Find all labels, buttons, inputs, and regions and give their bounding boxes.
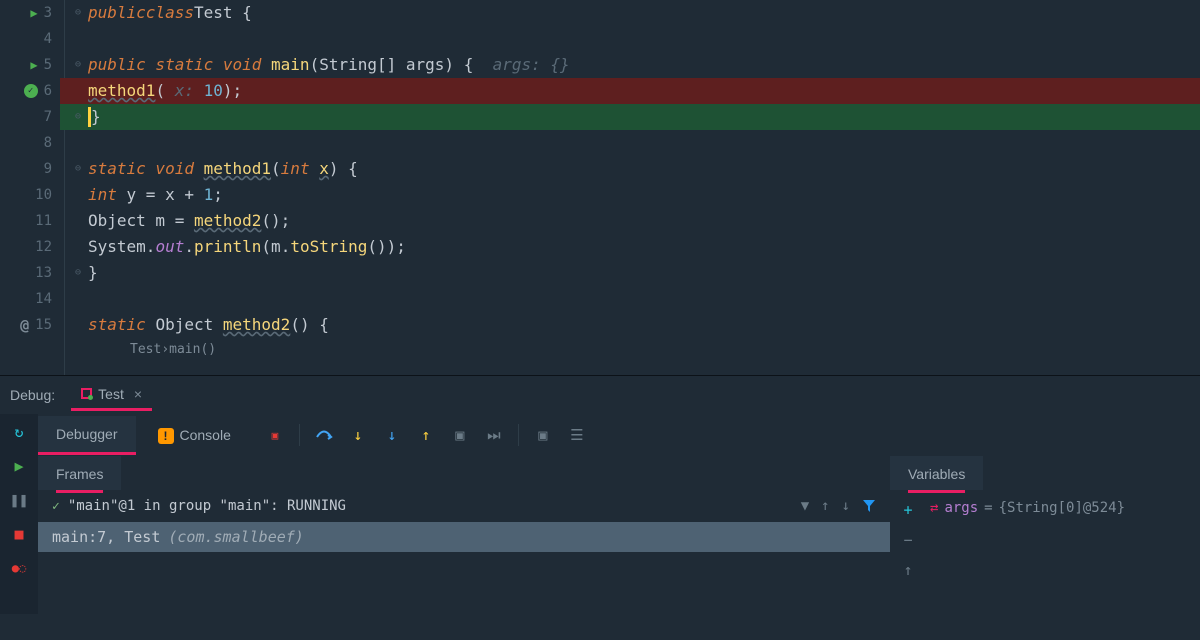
debugger-tab[interactable]: Debugger <box>38 416 136 455</box>
filter-icon[interactable] <box>862 499 876 513</box>
gutter-line[interactable]: 4 <box>0 26 52 52</box>
gutter-line[interactable]: ✓6 <box>0 78 52 104</box>
fold-icon[interactable]: ⊖ <box>68 52 88 78</box>
stop-button[interactable]: ■ <box>9 524 29 544</box>
gutter-line[interactable]: 12 <box>0 234 52 260</box>
show-execution-point-button[interactable]: ▣ <box>265 425 285 445</box>
breakpoints-button[interactable]: ●◌ <box>9 558 29 578</box>
thread-selector[interactable]: ✓ "main"@1 in group "main": RUNNING ▼ ↑ … <box>38 490 890 522</box>
variable-row[interactable]: ⇄ args = {String[0]@524} <box>926 490 1129 614</box>
step-over-button[interactable] <box>314 425 334 445</box>
code-line[interactable]: System.out.println(m.toString()); <box>60 234 1200 260</box>
code-area[interactable]: ⊖ public class Test { ⊖ public static vo… <box>60 0 1200 375</box>
run-to-cursor-button[interactable]: ⏭ <box>484 425 504 445</box>
check-icon: ✓ <box>52 499 60 514</box>
breakpoint-icon[interactable]: ✓ <box>24 84 38 98</box>
code-line[interactable] <box>60 130 1200 156</box>
gutter-line[interactable]: 11 <box>0 208 52 234</box>
frames-title: Frames <box>38 456 121 490</box>
next-frame-icon[interactable]: ↓ <box>842 498 850 514</box>
gutter-line[interactable]: 8 <box>0 130 52 156</box>
close-icon[interactable]: × <box>134 386 142 402</box>
warning-icon: ! <box>158 428 174 444</box>
debug-config-tab[interactable]: Test × <box>71 380 152 411</box>
fold-icon[interactable]: ⊖ <box>68 260 88 286</box>
pause-button[interactable]: ❚❚ <box>9 490 29 510</box>
gutter-line[interactable]: 7 <box>0 104 52 130</box>
evaluate-expression-button[interactable]: ▣ <box>533 425 553 445</box>
gutter-line[interactable]: ▶5 <box>0 52 52 78</box>
code-line[interactable]: ⊖ public static void main(String[] args)… <box>60 52 1200 78</box>
fold-icon[interactable]: ⊖ <box>68 156 88 182</box>
gutter-line[interactable]: 10 <box>0 182 52 208</box>
debug-header: Debug: Test × <box>0 376 1200 414</box>
new-watch-button[interactable]: + <box>898 500 918 520</box>
debug-sidebar: ↻ ▶ ❚❚ ■ ●◌ <box>0 414 38 614</box>
frames-section: Frames ✓ "main"@1 in group "main": RUNNI… <box>38 456 890 614</box>
code-line[interactable]: ⊖ static void method1(int x) { <box>60 156 1200 182</box>
code-line[interactable] <box>60 286 1200 312</box>
fold-icon[interactable]: ⊖ <box>68 0 88 26</box>
gutter-line[interactable]: ▶3 <box>0 0 52 26</box>
debug-tabs: Debugger !Console ▣ ↓ ↓ ↑ ▣ ⏭ ▣ ☰ <box>38 414 1200 456</box>
stack-frame[interactable]: main:7, Test (com.smallbeef) <box>38 522 890 552</box>
debug-panel: Debug: Test × ↻ ▶ ❚❚ ■ ●◌ Debugger !Cons… <box>0 375 1200 614</box>
remove-watch-button[interactable]: − <box>898 530 918 550</box>
run-icon[interactable]: ▶ <box>30 0 37 26</box>
variables-section: Variables + − ↑ ⇄ args = {String[0]@524} <box>890 456 1200 614</box>
variables-title: Variables <box>890 456 983 490</box>
app-icon <box>81 388 92 399</box>
prev-frame-icon[interactable]: ↑ <box>821 498 829 514</box>
gutter-line[interactable]: 13 <box>0 260 52 286</box>
code-line[interactable]: static Object method2() { <box>60 312 1200 338</box>
gutter-line[interactable]: @15 <box>0 312 52 338</box>
step-out-button[interactable]: ↑ <box>416 425 436 445</box>
code-line[interactable]: ⊖ } <box>60 260 1200 286</box>
step-into-button[interactable]: ↓ <box>348 425 368 445</box>
code-line[interactable]: ⊖ public class Test { <box>60 0 1200 26</box>
gutter-line[interactable]: 9 <box>0 156 52 182</box>
gutter-line[interactable]: 14 <box>0 286 52 312</box>
console-tab[interactable]: !Console <box>140 417 249 454</box>
resume-button[interactable]: ▶ <box>9 456 29 476</box>
override-icon: @ <box>20 312 29 338</box>
debug-label: Debug: <box>10 387 55 403</box>
drop-frame-button[interactable]: ▣ <box>450 425 470 445</box>
code-line[interactable] <box>60 26 1200 52</box>
fold-icon[interactable]: ⊖ <box>68 104 88 130</box>
code-editor[interactable]: ▶3 4 ▶5 ✓6 7 8 9 10 11 12 13 14 @15 ⊖ pu… <box>0 0 1200 375</box>
run-icon[interactable]: ▶ <box>30 52 37 78</box>
execution-line[interactable]: ⊖ } <box>60 104 1200 130</box>
code-line[interactable]: int y = x + 1; <box>60 182 1200 208</box>
code-line[interactable]: Object m = method2(); <box>60 208 1200 234</box>
move-up-button[interactable]: ↑ <box>898 560 918 580</box>
force-step-into-button[interactable]: ↓ <box>382 425 402 445</box>
breadcrumb[interactable]: Test › main() <box>60 338 1200 362</box>
trace-button[interactable]: ☰ <box>567 425 587 445</box>
param-icon: ⇄ <box>930 500 938 516</box>
gutter: ▶3 4 ▶5 ✓6 7 8 9 10 11 12 13 14 @15 <box>0 0 60 375</box>
rerun-button[interactable]: ↻ <box>9 422 29 442</box>
breakpoint-line[interactable]: method1( x: 10); <box>60 78 1200 104</box>
dropdown-icon[interactable]: ▼ <box>801 498 809 514</box>
